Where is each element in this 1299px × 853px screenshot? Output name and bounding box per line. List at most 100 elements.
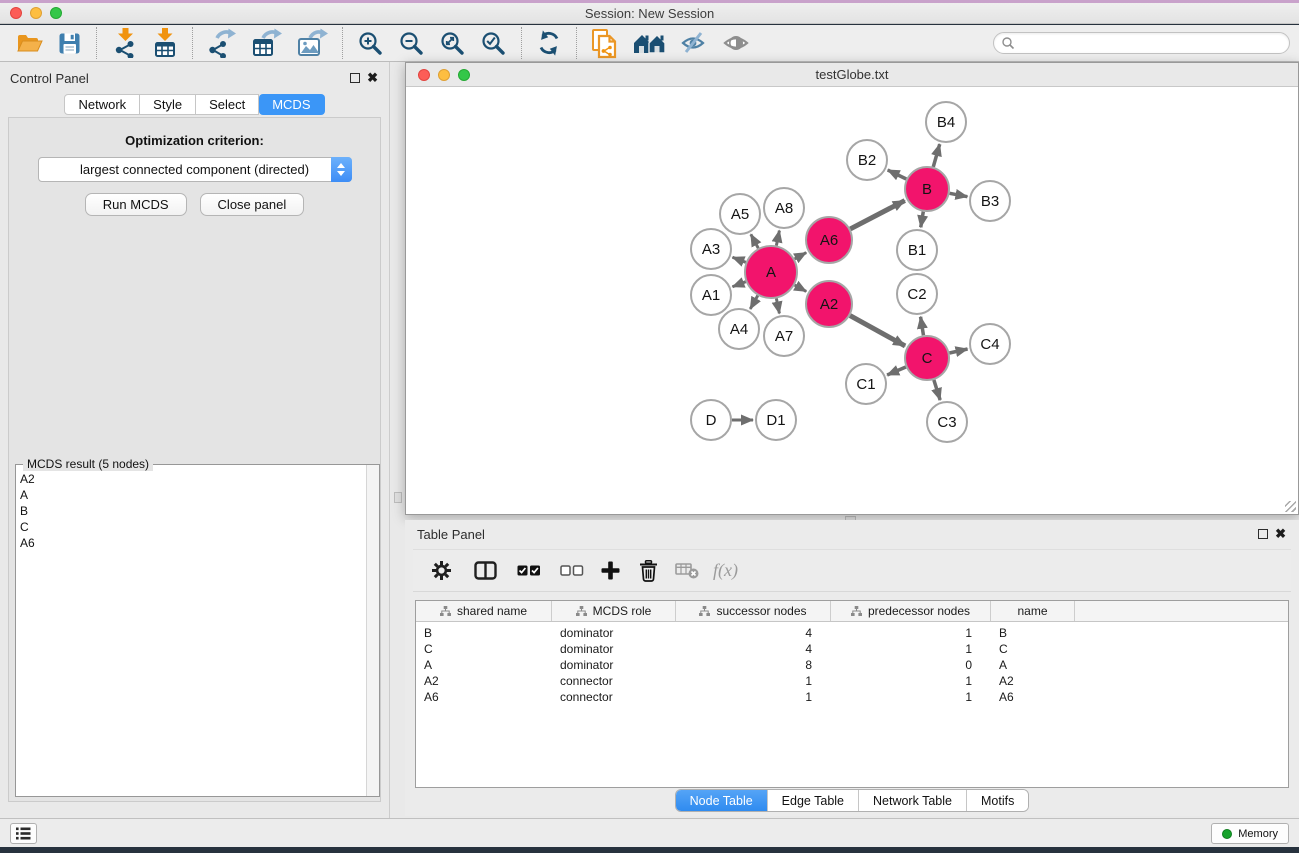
table-row-a6[interactable]: A6connector11A6	[416, 689, 1288, 705]
edge-B-B2[interactable]	[888, 170, 907, 179]
edge-C-C2[interactable]	[921, 317, 924, 336]
cell-mcds-role[interactable]: dominator	[552, 658, 676, 672]
cell-predecessor-nodes[interactable]: 1	[831, 674, 991, 688]
search-input[interactable]	[1015, 36, 1289, 50]
edge-A-A3[interactable]	[732, 257, 745, 262]
cell-name[interactable]: C	[991, 642, 1075, 656]
home-views-button[interactable]	[626, 26, 673, 60]
save-session-button[interactable]	[50, 26, 89, 60]
edge-C-C3[interactable]	[934, 380, 940, 400]
float-panel-icon[interactable]	[350, 73, 360, 83]
edge-C-C4[interactable]	[949, 349, 967, 353]
deselect-all-button[interactable]	[560, 565, 584, 576]
delete-column-button[interactable]	[639, 560, 658, 582]
column-header-name[interactable]: name	[991, 601, 1075, 621]
column-header-shared-name[interactable]: shared name	[416, 601, 552, 621]
graph-node-a8[interactable]: A8	[764, 188, 804, 228]
edge-A-A1[interactable]	[732, 282, 745, 287]
edge-A-A6[interactable]	[795, 253, 807, 259]
tab-style[interactable]: Style	[140, 94, 196, 115]
column-view-button[interactable]	[474, 561, 497, 580]
result-item-b[interactable]: B	[20, 503, 366, 519]
table-row-c[interactable]: Cdominator41C	[416, 641, 1288, 657]
zoom-in-button[interactable]	[350, 26, 391, 60]
graph-node-a4[interactable]: A4	[719, 309, 759, 349]
edge-A-A2[interactable]	[795, 285, 807, 291]
tab-node-table[interactable]: Node Table	[676, 790, 768, 811]
tab-mcds[interactable]: MCDS	[259, 94, 324, 115]
table-row-a[interactable]: Adominator80A	[416, 657, 1288, 673]
table-settings-button[interactable]	[431, 560, 452, 581]
column-header-mcds-role[interactable]: MCDS role	[552, 601, 676, 621]
edge-A-A4[interactable]	[750, 296, 758, 309]
edge-A-A8[interactable]	[776, 231, 779, 246]
import-table-button[interactable]	[145, 26, 185, 60]
edge-A-A7[interactable]	[776, 298, 779, 313]
tab-motifs[interactable]: Motifs	[967, 790, 1028, 811]
edge-A2-C[interactable]	[850, 316, 905, 346]
cell-mcds-role[interactable]: dominator	[552, 642, 676, 656]
zoom-selected-button[interactable]	[473, 26, 514, 60]
cell-predecessor-nodes[interactable]: 1	[831, 642, 991, 656]
cell-shared-name[interactable]: C	[416, 642, 552, 656]
vertical-split-handle[interactable]	[394, 492, 402, 503]
graph-node-b[interactable]: B	[905, 167, 949, 211]
delete-table-button[interactable]	[675, 563, 699, 579]
network-canvas[interactable]: AA1A2A3A4A5A6A7A8BB1B2B3B4CC1C2C3C4DD1	[406, 88, 1298, 514]
graph-node-a6[interactable]: A6	[806, 217, 852, 263]
result-item-a[interactable]: A	[20, 487, 366, 503]
graph-node-c[interactable]: C	[905, 336, 949, 380]
result-item-c[interactable]: C	[20, 519, 366, 535]
graph-node-b3[interactable]: B3	[970, 181, 1010, 221]
network-document-button[interactable]	[584, 26, 626, 60]
export-image-button[interactable]	[289, 26, 335, 60]
edge-B-B1[interactable]	[921, 212, 924, 228]
graph-node-a3[interactable]: A3	[691, 229, 731, 269]
cell-mcds-role[interactable]: dominator	[552, 626, 676, 640]
graph-node-a5[interactable]: A5	[720, 194, 760, 234]
tab-select[interactable]: Select	[196, 94, 259, 115]
result-item-a2[interactable]: A2	[20, 471, 366, 487]
graph-node-a1[interactable]: A1	[691, 275, 731, 315]
function-builder-button[interactable]: f(x)	[713, 560, 738, 581]
cell-name[interactable]: A	[991, 658, 1075, 672]
run-mcds-button[interactable]: Run MCDS	[85, 193, 187, 216]
select-all-button[interactable]	[517, 565, 541, 576]
tab-network[interactable]: Network	[64, 94, 140, 115]
column-header-predecessor-nodes[interactable]: predecessor nodes	[831, 601, 991, 621]
graph-node-c4[interactable]: C4	[970, 324, 1010, 364]
optimization-criterion-select[interactable]: largest connected component (directed)	[38, 157, 352, 182]
close-panel-button[interactable]: Close panel	[200, 193, 305, 216]
cell-name[interactable]: B	[991, 626, 1075, 640]
cell-successor-nodes[interactable]: 8	[676, 658, 831, 672]
cell-successor-nodes[interactable]: 4	[676, 642, 831, 656]
graph-node-c3[interactable]: C3	[927, 402, 967, 442]
graph-node-d[interactable]: D	[691, 400, 731, 440]
tab-edge-table[interactable]: Edge Table	[768, 790, 859, 811]
zoom-fit-button[interactable]	[432, 26, 473, 60]
cell-shared-name[interactable]: B	[416, 626, 552, 640]
cell-mcds-role[interactable]: connector	[552, 690, 676, 704]
select-stepper[interactable]	[331, 157, 352, 182]
float-table-panel-icon[interactable]	[1258, 529, 1268, 539]
cell-shared-name[interactable]: A6	[416, 690, 552, 704]
close-table-panel-icon[interactable]: ✖	[1275, 529, 1286, 539]
cell-predecessor-nodes[interactable]: 0	[831, 658, 991, 672]
graph-node-a7[interactable]: A7	[764, 316, 804, 356]
graph-node-a2[interactable]: A2	[806, 281, 852, 327]
show-graphics-button[interactable]	[715, 26, 757, 60]
cell-successor-nodes[interactable]: 4	[676, 626, 831, 640]
import-network-button[interactable]	[104, 26, 145, 60]
edge-B-B4[interactable]	[933, 144, 939, 167]
task-history-button[interactable]	[10, 823, 37, 844]
result-list-scrollbar[interactable]	[366, 465, 379, 796]
column-header-successor-nodes[interactable]: successor nodes	[676, 601, 831, 621]
edge-A-A5[interactable]	[751, 234, 758, 248]
graph-node-d1[interactable]: D1	[756, 400, 796, 440]
add-column-button[interactable]	[601, 561, 620, 580]
edge-C-C1[interactable]	[887, 367, 906, 375]
zoom-out-button[interactable]	[391, 26, 432, 60]
cell-name[interactable]: A6	[991, 690, 1075, 704]
cell-predecessor-nodes[interactable]: 1	[831, 626, 991, 640]
memory-button[interactable]: Memory	[1211, 823, 1289, 844]
